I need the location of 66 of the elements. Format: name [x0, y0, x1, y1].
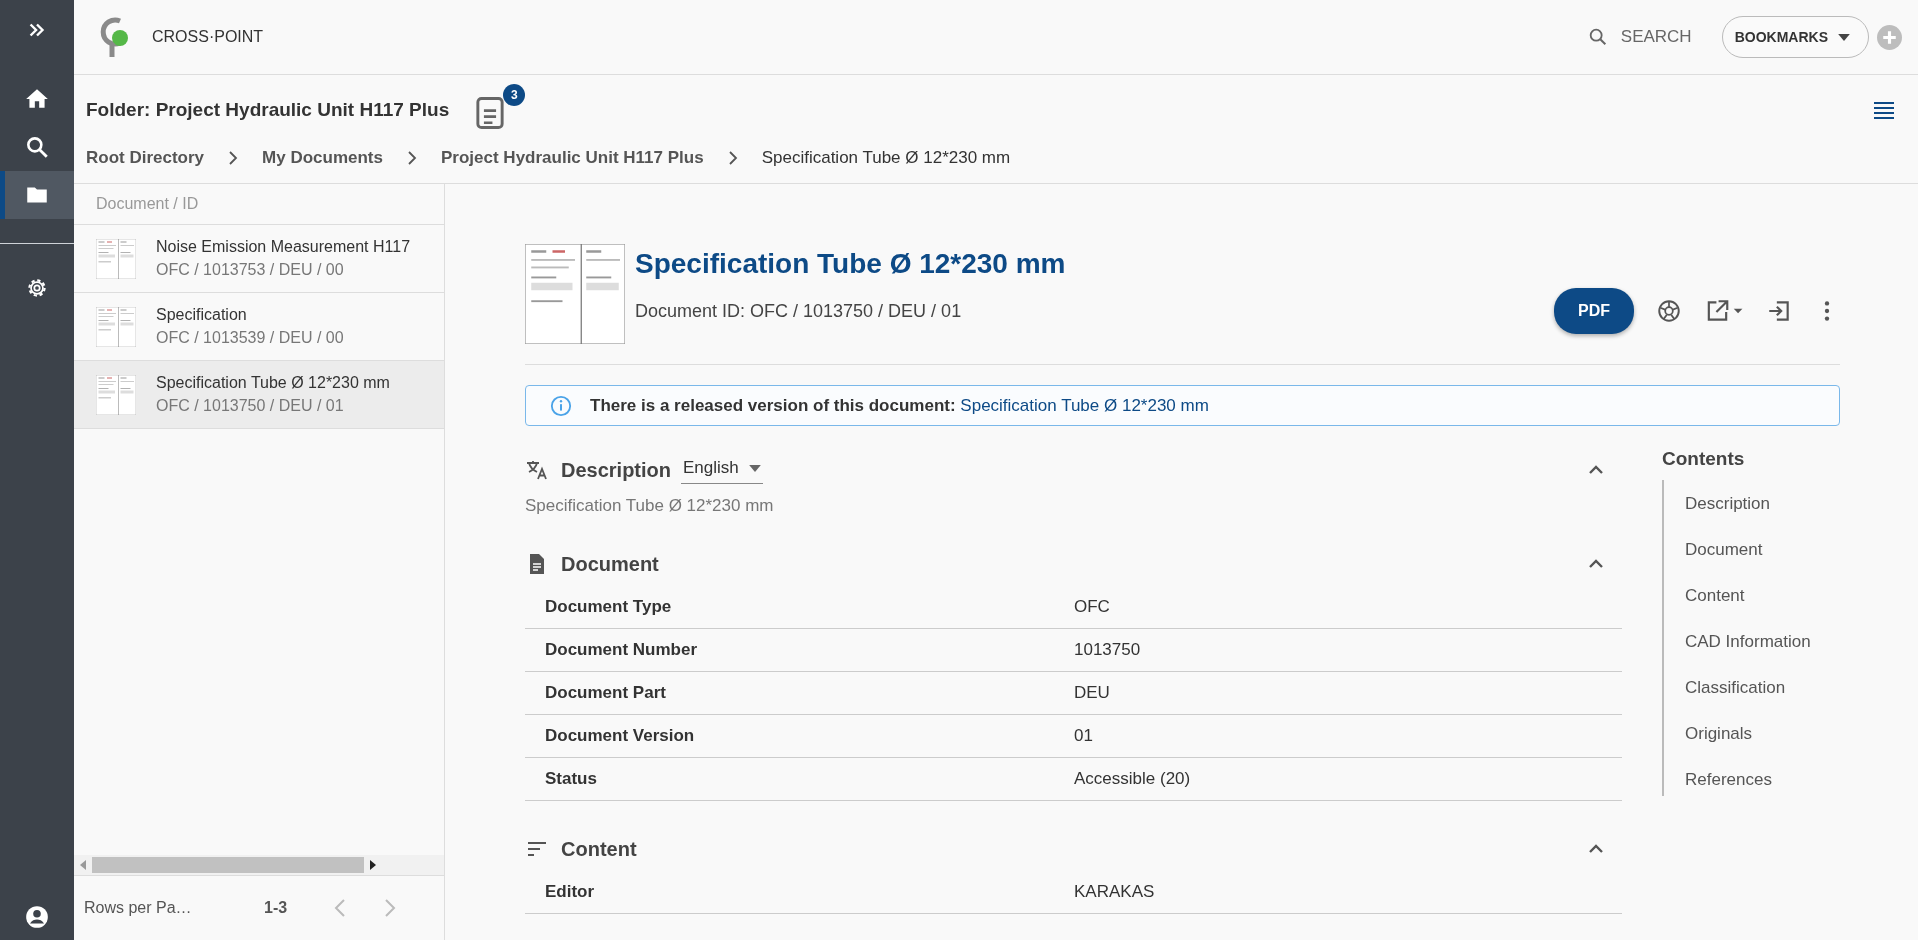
property-label: Editor	[544, 882, 596, 902]
contents-link[interactable]: Document	[1685, 540, 1840, 560]
property-label: Document Part	[544, 683, 667, 703]
info-message: There is a released version of this document: Specification Tube Ø 12*230 mm	[590, 395, 1209, 416]
document-id: OFC / 1013753 / DEU / 00	[156, 261, 345, 279]
aperture-icon[interactable]	[1656, 298, 1682, 324]
chevron-right-icon	[727, 151, 738, 165]
document-title: Noise Emission Measurement H117	[156, 238, 411, 256]
pdf-button[interactable]: PDF	[1554, 288, 1634, 334]
document-row[interactable]: Specification Tube Ø 12*230 mm OFC / 1013750 / DEU / 01	[74, 361, 444, 429]
contents-link[interactable]: References	[1685, 770, 1840, 790]
contents-link[interactable]: Description	[1685, 494, 1840, 514]
caret-icon	[748, 464, 761, 472]
property-value: 1013750	[1074, 640, 1141, 660]
released-version-link[interactable]: Specification Tube Ø 12*230 mm	[960, 395, 1209, 415]
search-button[interactable]: SEARCH	[1580, 25, 1698, 49]
contents-link[interactable]: CAD Information	[1685, 632, 1840, 652]
property-label: Document Type	[544, 597, 673, 617]
language-dropdown[interactable]: English	[681, 456, 763, 484]
contents-link[interactable]: Content	[1685, 586, 1840, 606]
user-icon[interactable]	[24, 904, 50, 930]
search-icon	[24, 134, 50, 160]
document-row[interactable]: Noise Emission Measurement H117 OFC / 1013753 / DEU / 00	[74, 225, 444, 293]
document-heading: Specification Tube Ø 12*230 mm	[635, 248, 1067, 280]
login-icon[interactable]	[1766, 298, 1792, 324]
property-value: 01	[1074, 726, 1093, 746]
count-badge: 3	[503, 83, 526, 106]
document-id: OFC / 1013750 / DEU / 01	[156, 397, 345, 415]
property-value: OFC	[1074, 597, 1110, 617]
info-icon	[550, 394, 572, 417]
menu-icon[interactable]	[1874, 100, 1894, 119]
logo-text: CROSS·POINT	[152, 28, 264, 46]
bookmarks-dropdown[interactable]: BOOKMARKS	[1721, 16, 1869, 58]
section-title: Content	[561, 837, 637, 861]
property-value: Accessible (20)	[1074, 769, 1191, 789]
breadcrumb-link[interactable]: Root Directory	[86, 148, 205, 168]
page-range: 1-3	[264, 899, 289, 917]
breadcrumb-current: Specification Tube Ø 12*230 mm	[761, 148, 1011, 168]
property-label: Document Version	[544, 726, 696, 746]
property-label: Document Number	[544, 640, 699, 660]
contents-link[interactable]: Originals	[1685, 724, 1840, 744]
contents-link[interactable]: Classification	[1685, 678, 1840, 698]
scroll-right-icon[interactable]	[370, 860, 376, 870]
section-title: Document	[561, 552, 659, 576]
nav-item[interactable]	[0, 171, 74, 219]
rows-per-page-label: Rows per Pa…	[84, 899, 193, 917]
property-label: Status	[544, 769, 598, 789]
description-text: Specification Tube Ø 12*230 mm	[525, 496, 775, 516]
document-id: OFC / 1013539 / DEU / 00	[156, 329, 344, 347]
folder-title: Folder: Project Hydraulic Unit H117 Plus	[86, 98, 450, 121]
translate-icon	[525, 458, 549, 482]
document-title: Specification	[156, 306, 248, 324]
horizontal-scrollbar[interactable]	[74, 855, 444, 876]
document-icon[interactable]	[475, 95, 506, 130]
property-value: KARAKAS	[1074, 882, 1155, 902]
chevron-right-icon	[407, 151, 417, 165]
breadcrumb-link[interactable]: Project Hydraulic Unit H117 Plus	[441, 148, 704, 168]
property-value: DEU	[1074, 683, 1110, 703]
document-title: Specification Tube Ø 12*230 mm	[156, 374, 390, 392]
contents-title: Contents	[1662, 448, 1746, 470]
column-header: Document / ID	[74, 184, 444, 225]
breadcrumb-link[interactable]: My Documents	[262, 148, 383, 168]
chevron-right-icon	[228, 151, 239, 165]
section-title: Description	[561, 458, 672, 482]
caret-icon	[1838, 33, 1850, 41]
document-id-line: Document ID: OFC / 1013750 / DEU / 01	[635, 300, 962, 322]
